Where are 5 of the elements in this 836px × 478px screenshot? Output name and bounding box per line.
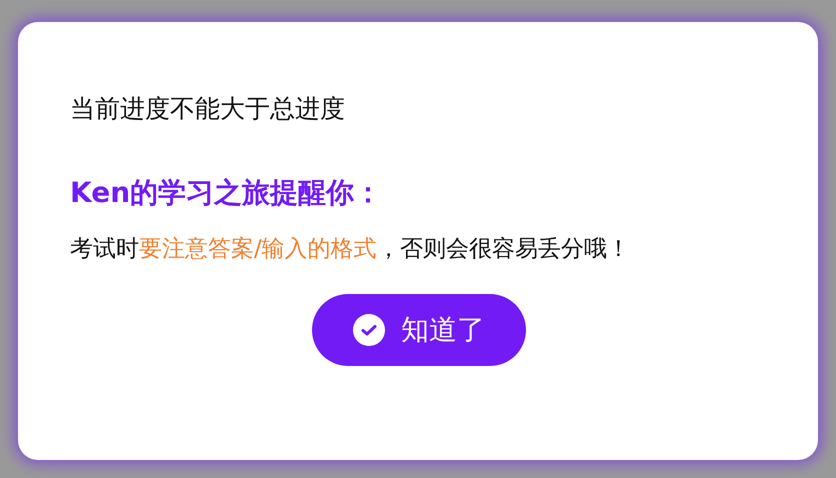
tip-title: Ken的学习之旅提醒你： xyxy=(70,176,384,210)
check-circle-icon xyxy=(353,314,385,346)
error-message: 当前进度不能大于总进度 xyxy=(70,94,346,124)
confirm-button[interactable]: 知道了 xyxy=(312,294,526,366)
tip-text: 考试时要注意答案/输入的格式，否则会很容易丢分哦！ xyxy=(70,234,631,264)
